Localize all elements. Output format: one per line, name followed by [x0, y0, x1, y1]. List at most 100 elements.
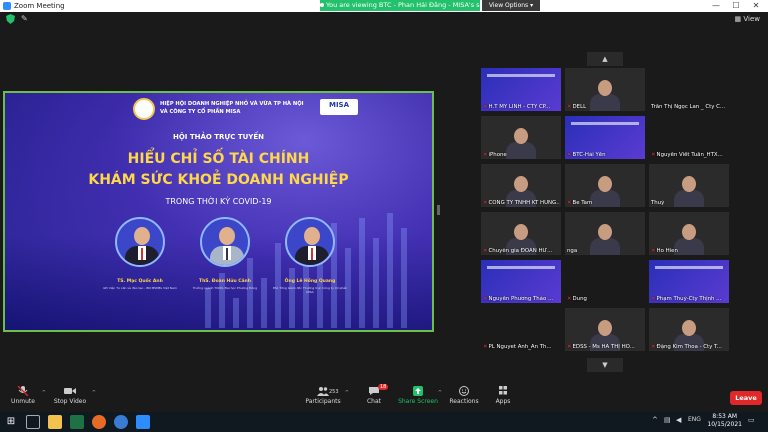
- participant-name-text: CONG TY TNHH KT HUNG...: [488, 200, 559, 206]
- reactions-icon: [459, 386, 469, 396]
- participant-name-text: DELL: [572, 104, 587, 110]
- unmute-label: Unmute: [11, 398, 35, 405]
- task-view-icon[interactable]: [26, 415, 40, 429]
- grid-icon: ▦: [734, 15, 742, 23]
- volume-icon[interactable]: ◀: [676, 416, 681, 424]
- security-shield-icon[interactable]: [6, 14, 15, 24]
- participant-tile[interactable]: ✕Chuyên gia ĐOÀN HỮ...: [481, 212, 561, 255]
- participant-name: Trần Thị Ngọc Lan _ Cty C...: [651, 104, 727, 110]
- participant-video: [514, 128, 528, 144]
- chat-button[interactable]: Chat 18: [364, 384, 389, 405]
- participant-name-text: Phạm Thuý-Cty Thịnh ...: [656, 296, 722, 302]
- share-screen-button[interactable]: Share Screen ^: [398, 386, 442, 405]
- participant-tile[interactable]: ✕EDSS - Ms HÀ THỊ HO...: [565, 308, 645, 351]
- splitter-handle[interactable]: [437, 205, 440, 215]
- view-options-button[interactable]: View Options ▾: [482, 0, 540, 11]
- participant-name-text: Nguyễn Phương Thảo ...: [488, 296, 554, 302]
- participant-tile[interactable]: Thuý: [649, 164, 729, 207]
- participant-tile[interactable]: ✕Nguyễn Viết Tuấn_HTX...: [649, 116, 729, 159]
- maximize-icon[interactable]: ☐: [726, 0, 746, 12]
- gallery-up-arrow-icon[interactable]: ▲: [587, 52, 623, 66]
- chevron-up-icon[interactable]: ^: [345, 390, 349, 396]
- participant-name: nga: [567, 248, 643, 254]
- network-icon[interactable]: ▤: [664, 416, 671, 424]
- participants-button[interactable]: Participants 253 ^: [303, 386, 349, 405]
- participant-tile[interactable]: ✕PL Nguyet Anh_An Th...: [481, 308, 561, 351]
- reactions-label: Reactions: [449, 398, 479, 405]
- participant-tile[interactable]: ✕DELL: [565, 68, 645, 111]
- mic-muted-icon: ✕: [567, 296, 572, 302]
- participant-name: ✕EDSS - Ms HÀ THỊ HO...: [567, 344, 643, 350]
- participant-video: [514, 224, 528, 240]
- tray-chevron-icon[interactable]: ^: [652, 416, 658, 424]
- reactions-button[interactable]: Reactions: [449, 386, 479, 405]
- participant-video: [514, 176, 528, 192]
- participant-tile[interactable]: Trần Thị Ngọc Lan _ Cty C...: [649, 68, 729, 111]
- participant-tile[interactable]: ✕Phạm Thuý-Cty Thịnh ...: [649, 260, 729, 303]
- meeting-info-icons: ✎: [6, 14, 28, 26]
- mic-muted-icon: [17, 386, 29, 396]
- taskbar-clock[interactable]: 8:53 AM 10/15/2021: [707, 413, 742, 429]
- misa-logo: MISA: [320, 99, 358, 115]
- participant-tile[interactable]: ✕CONG TY TNHH KT HUNG...: [481, 164, 561, 207]
- participant-name-text: nga: [567, 248, 578, 254]
- speaker-name: ThS. Đoàn Hữu Cảnh: [199, 279, 251, 284]
- speaker-photo: [200, 217, 250, 267]
- participant-video: [598, 320, 612, 336]
- view-label: View: [743, 15, 760, 23]
- apps-icon: [499, 386, 507, 395]
- stop-video-button[interactable]: Stop Video ^: [52, 386, 96, 405]
- participant-tile[interactable]: nga: [565, 212, 645, 255]
- participants-icon: [317, 387, 329, 396]
- participant-video: [682, 320, 696, 336]
- participant-tile[interactable]: ✕BTC-Hải Yến: [565, 116, 645, 159]
- participant-tile[interactable]: ✕iPhone: [481, 116, 561, 159]
- participant-tile[interactable]: ✕Be Tam: [565, 164, 645, 207]
- mic-muted-icon: ✕: [483, 200, 488, 206]
- participant-name-text: Trần Thị Ngọc Lan _ Cty C...: [651, 104, 726, 110]
- speaker-photo: [285, 217, 335, 267]
- gallery-down-arrow-icon[interactable]: ▼: [587, 358, 623, 372]
- participant-name-text: H.T MY LINH - CTY CP...: [488, 104, 551, 110]
- speaker-desc: Trưởng ngành TCDN, Đại học Phương Đông: [192, 286, 258, 290]
- close-icon[interactable]: ✕: [746, 0, 766, 12]
- firefox-icon[interactable]: [92, 415, 106, 429]
- chevron-up-icon[interactable]: ^: [438, 390, 442, 396]
- unmute-button[interactable]: Unmute ^: [8, 386, 46, 405]
- notifications-icon[interactable]: ▭: [748, 416, 755, 424]
- participant-shared-thumbnail: [655, 266, 723, 269]
- chevron-up-icon[interactable]: ^: [42, 390, 46, 396]
- shared-screen[interactable]: HIỆP HỘI DOANH NGHIỆP NHỎ VÀ VỪA TP HÀ N…: [3, 91, 434, 332]
- participant-name: ✕Dung: [567, 296, 643, 302]
- participant-tile[interactable]: ✕Nguyễn Phương Thảo ...: [481, 260, 561, 303]
- viewing-banner: You are viewing BTC - Phan Hải Đăng - MI…: [320, 0, 480, 11]
- misa-brand-text: MISA: [328, 101, 350, 109]
- participant-video: [682, 176, 696, 192]
- language-indicator[interactable]: ENG: [688, 416, 701, 423]
- apps-label: Apps: [495, 398, 511, 405]
- view-button[interactable]: ▦ View: [735, 15, 760, 23]
- chevron-up-icon[interactable]: ^: [92, 390, 96, 396]
- participant-shared-thumbnail: [487, 74, 555, 77]
- participant-tile[interactable]: ✕H.T MY LINH - CTY CP...: [481, 68, 561, 111]
- stop-video-label: Stop Video: [53, 398, 87, 405]
- speaker-desc: Phó Tổng Giám đốc Thường trực Công ty Cổ…: [272, 286, 348, 294]
- windows-start-icon[interactable]: ⊞: [4, 415, 18, 429]
- minimize-icon[interactable]: —: [706, 0, 726, 12]
- participant-tile[interactable]: ✕Dung: [565, 260, 645, 303]
- leave-button[interactable]: Leave: [730, 391, 762, 405]
- chrome-icon[interactable]: [114, 415, 128, 429]
- zoom-taskbar-icon[interactable]: [136, 415, 150, 429]
- mic-muted-icon: ✕: [567, 104, 572, 110]
- participant-name-text: Be Tam: [572, 200, 593, 206]
- participant-name-text: PL Nguyet Anh_An Th...: [488, 344, 552, 350]
- recording-icon[interactable]: ✎: [21, 14, 28, 26]
- apps-button[interactable]: Apps: [493, 386, 513, 405]
- participant-tile[interactable]: ✕Đặng Kim Thoa - Cty T...: [649, 308, 729, 351]
- share-screen-icon: [413, 386, 423, 396]
- participant-shared-thumbnail: [571, 122, 639, 125]
- window-title: Zoom Meeting: [14, 2, 65, 10]
- file-explorer-icon[interactable]: [48, 415, 62, 429]
- participant-tile[interactable]: ✕Ho Hien: [649, 212, 729, 255]
- excel-icon[interactable]: [70, 415, 84, 429]
